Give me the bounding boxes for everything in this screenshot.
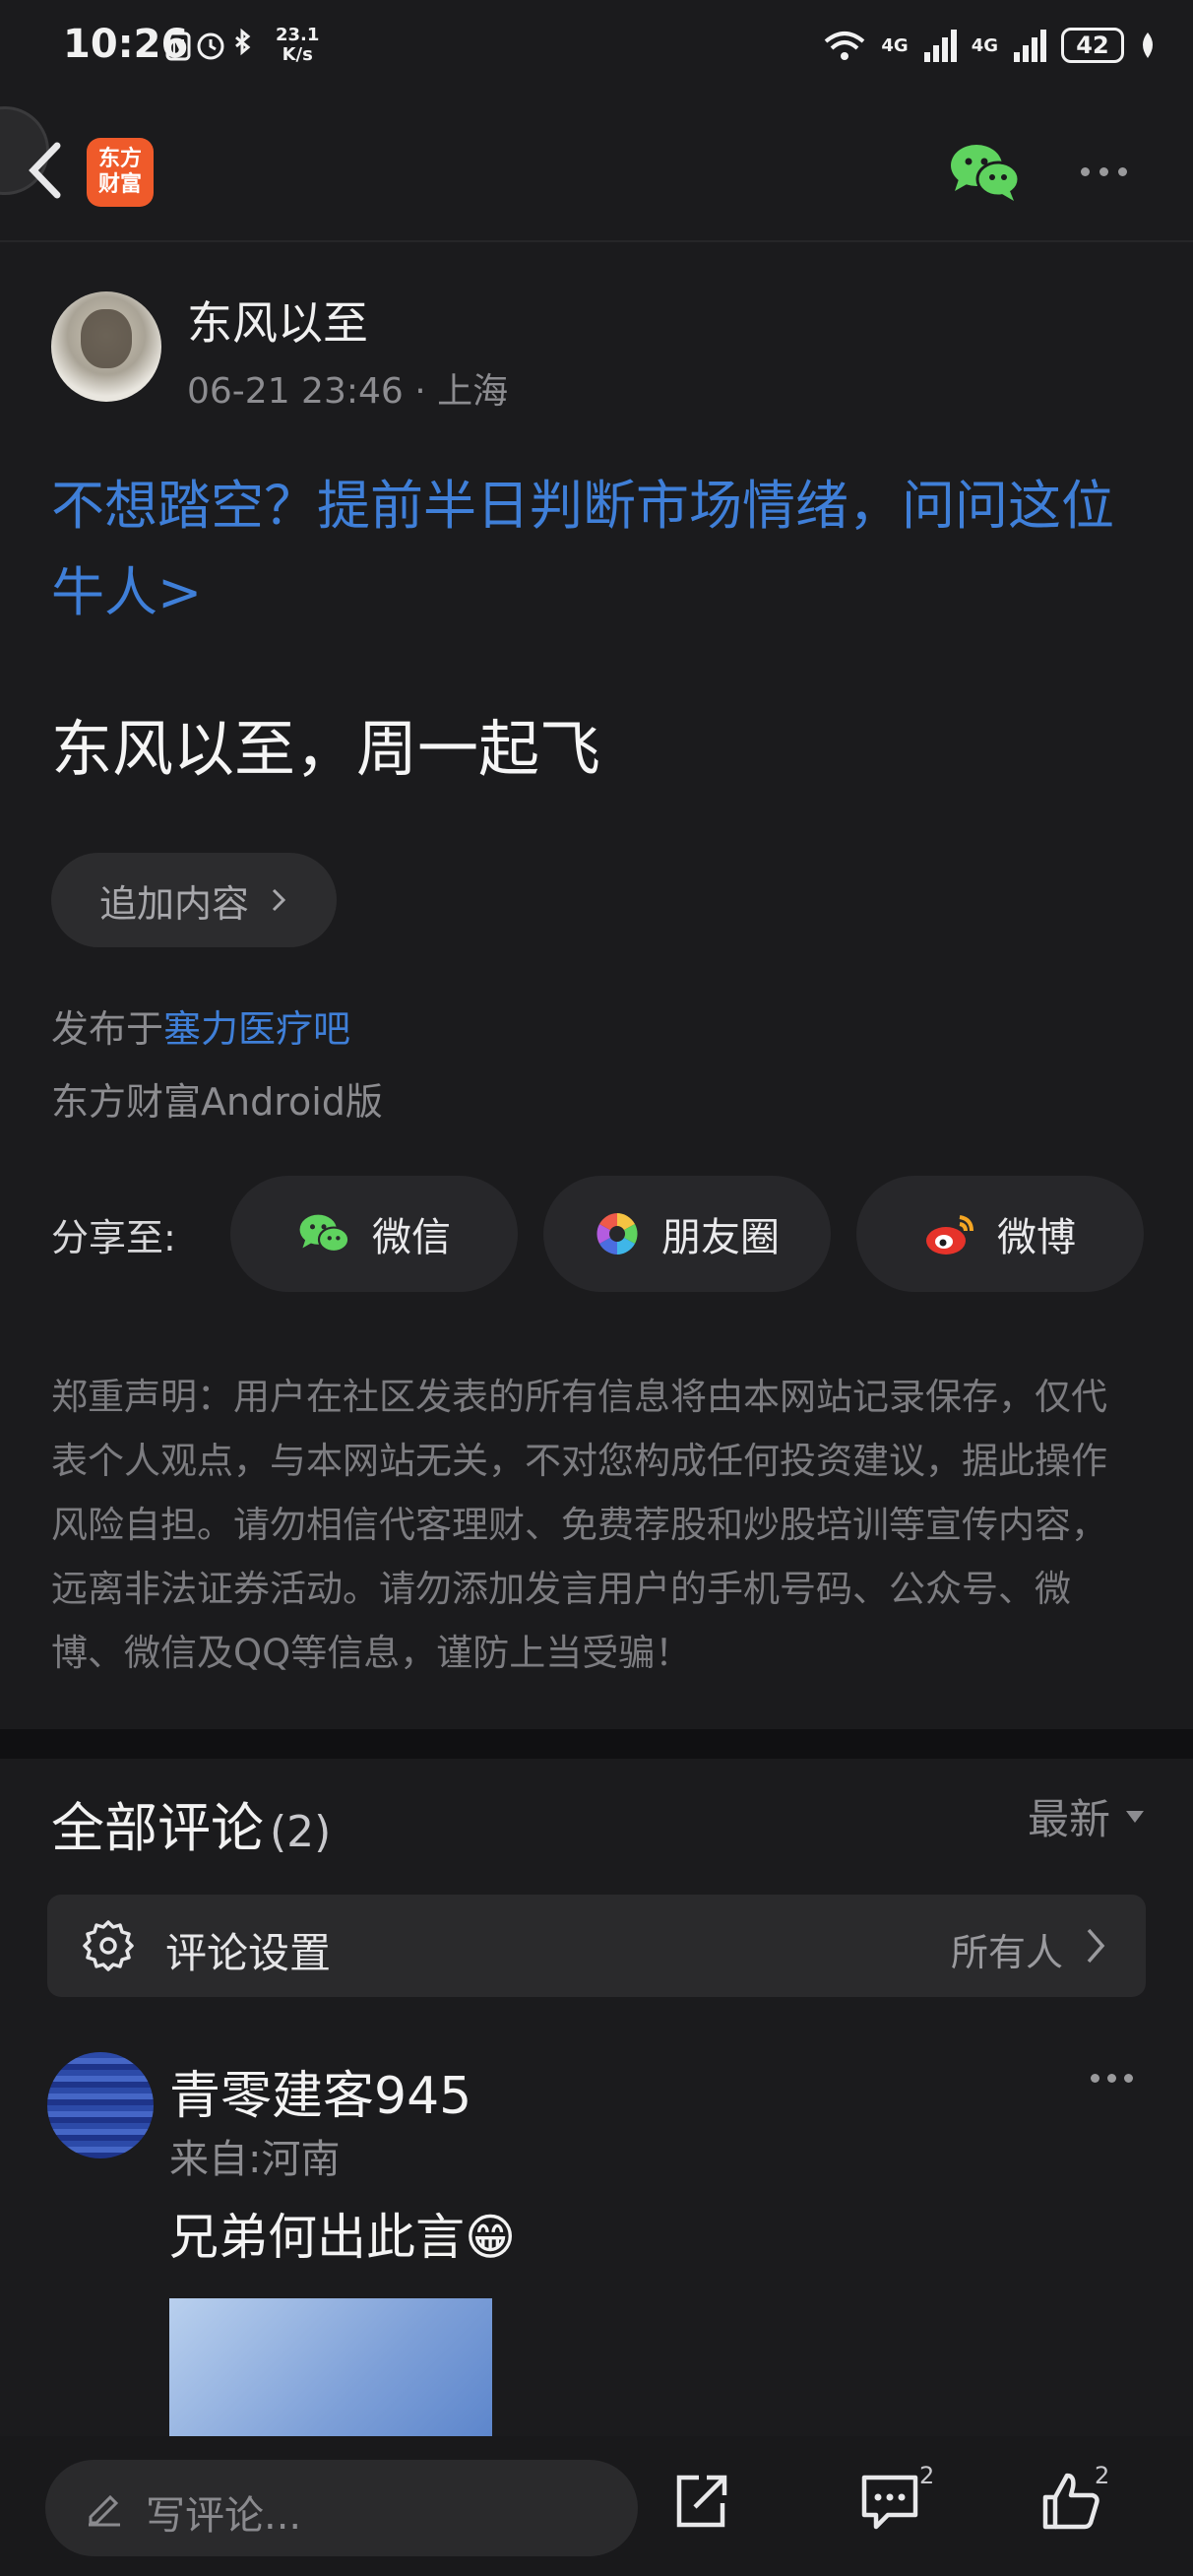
- moments-icon: [596, 1213, 638, 1255]
- client-source: 东方财富Android版: [51, 1080, 383, 1124]
- app-header: 东方 财富: [0, 98, 1193, 242]
- comments-heading: 全部评论 (2): [51, 1784, 331, 1862]
- signal-icon-1: [923, 30, 957, 62]
- add-content-button[interactable]: 追加内容: [51, 853, 337, 947]
- commenter-avatar[interactable]: [47, 2052, 154, 2158]
- gear-icon: [83, 1920, 134, 1971]
- leaf-icon: [1143, 32, 1153, 58]
- wechat-icon: [299, 1214, 350, 1254]
- network-type-2: 4G: [971, 34, 998, 56]
- section-divider: [0, 1729, 1193, 1759]
- sort-dropdown[interactable]: 最新: [1028, 1786, 1146, 1846]
- battery-level: 42: [1076, 32, 1109, 59]
- signal-icon-2: [1014, 30, 1046, 62]
- status-icons-right: 4G 4G 42: [822, 28, 1158, 63]
- forum-link[interactable]: 塞力医疗吧: [163, 1007, 350, 1051]
- commenter-name[interactable]: 青零建客945: [169, 2054, 471, 2128]
- more-options-button[interactable]: [1081, 154, 1140, 189]
- chevron-right-icon: [1087, 1928, 1105, 1964]
- caret-down-icon: [1126, 1810, 1144, 1823]
- share-wechat-button[interactable]: 微信: [230, 1176, 518, 1292]
- like-count-badge: 2: [1095, 2462, 1110, 2489]
- battery-icon: 42: [1061, 28, 1124, 63]
- status-bar: 10:26 N 23.1 K/s 4G 4G 42: [0, 0, 1193, 98]
- app-logo: 东方 财富: [87, 138, 154, 207]
- posted-in: 发布于塞力医疗吧: [51, 998, 350, 1053]
- add-content-label: 追加内容: [98, 881, 249, 926]
- network-speed: 23.1 K/s: [276, 26, 319, 65]
- chevron-right-icon: [272, 888, 286, 912]
- posted-in-prefix: 发布于: [51, 1007, 164, 1051]
- comment-text: 兄弟何出此言😁: [169, 2209, 517, 2266]
- comment-count-badge: 2: [919, 2462, 935, 2489]
- comments-title: 全部评论: [51, 1797, 264, 1859]
- disclaimer-text: 郑重声明：用户在社区发表的所有信息将由本网站记录保存，仅代表个人观点，与本网站无…: [51, 1376, 1107, 1674]
- share-label: 分享至:: [51, 1216, 176, 1259]
- back-arrow-icon: [29, 142, 61, 199]
- comment-settings-label: 评论设置: [165, 1929, 332, 1977]
- share-weibo-button[interactable]: 微博: [856, 1176, 1144, 1292]
- promo-link[interactable]: 不想踏空？提前半日判断市场情绪，问问这位牛人>: [51, 463, 1154, 636]
- network-speed-value: 23.1: [276, 25, 320, 45]
- share-moments-button[interactable]: 朋友圈: [543, 1176, 831, 1292]
- comment-input-placeholder: 写评论...: [146, 2493, 302, 2539]
- comment-settings-value: 所有人: [950, 1931, 1063, 1974]
- share-weibo-label: 微博: [997, 1215, 1076, 1260]
- comment-icon[interactable]: [858, 2470, 921, 2533]
- author-avatar[interactable]: [51, 291, 161, 402]
- post-meta: 06-21 23:46 · 上海: [187, 371, 509, 412]
- comments-count: (2): [270, 1807, 332, 1857]
- network-speed-unit: K/s: [282, 44, 313, 65]
- post-title: 东风以至，周一起飞: [51, 713, 601, 785]
- comment-more-button[interactable]: [1091, 2074, 1140, 2093]
- thumbs-up-icon[interactable]: [1039, 2470, 1102, 2533]
- bottom-action-bar: 写评论... 2 2: [0, 2436, 1193, 2576]
- comment-image[interactable]: [169, 2298, 492, 2436]
- author-name[interactable]: 东风以至: [187, 288, 368, 353]
- svg-text:N: N: [171, 35, 190, 59]
- wechat-share-icon[interactable]: [949, 140, 1020, 203]
- comment-settings-bar[interactable]: 评论设置 所有人: [47, 1895, 1146, 1997]
- share-moments-label: 朋友圈: [661, 1215, 780, 1260]
- logo-line-1: 东方: [97, 147, 142, 171]
- sort-label: 最新: [1027, 1795, 1110, 1843]
- pencil-icon: [89, 2494, 120, 2527]
- logo-line-2: 财富: [97, 172, 142, 197]
- weibo-icon: [926, 1215, 973, 1255]
- comment-input[interactable]: 写评论...: [45, 2460, 638, 2556]
- share-wechat-label: 微信: [372, 1215, 451, 1260]
- network-type-1: 4G: [881, 34, 909, 56]
- notification-icons: N: [165, 28, 251, 61]
- share-out-icon[interactable]: [669, 2470, 732, 2533]
- wifi-icon: [825, 32, 865, 60]
- status-icons-left: N: [165, 26, 264, 74]
- commenter-location: 来自:河南: [169, 2137, 341, 2182]
- back-button[interactable]: [0, 116, 79, 225]
